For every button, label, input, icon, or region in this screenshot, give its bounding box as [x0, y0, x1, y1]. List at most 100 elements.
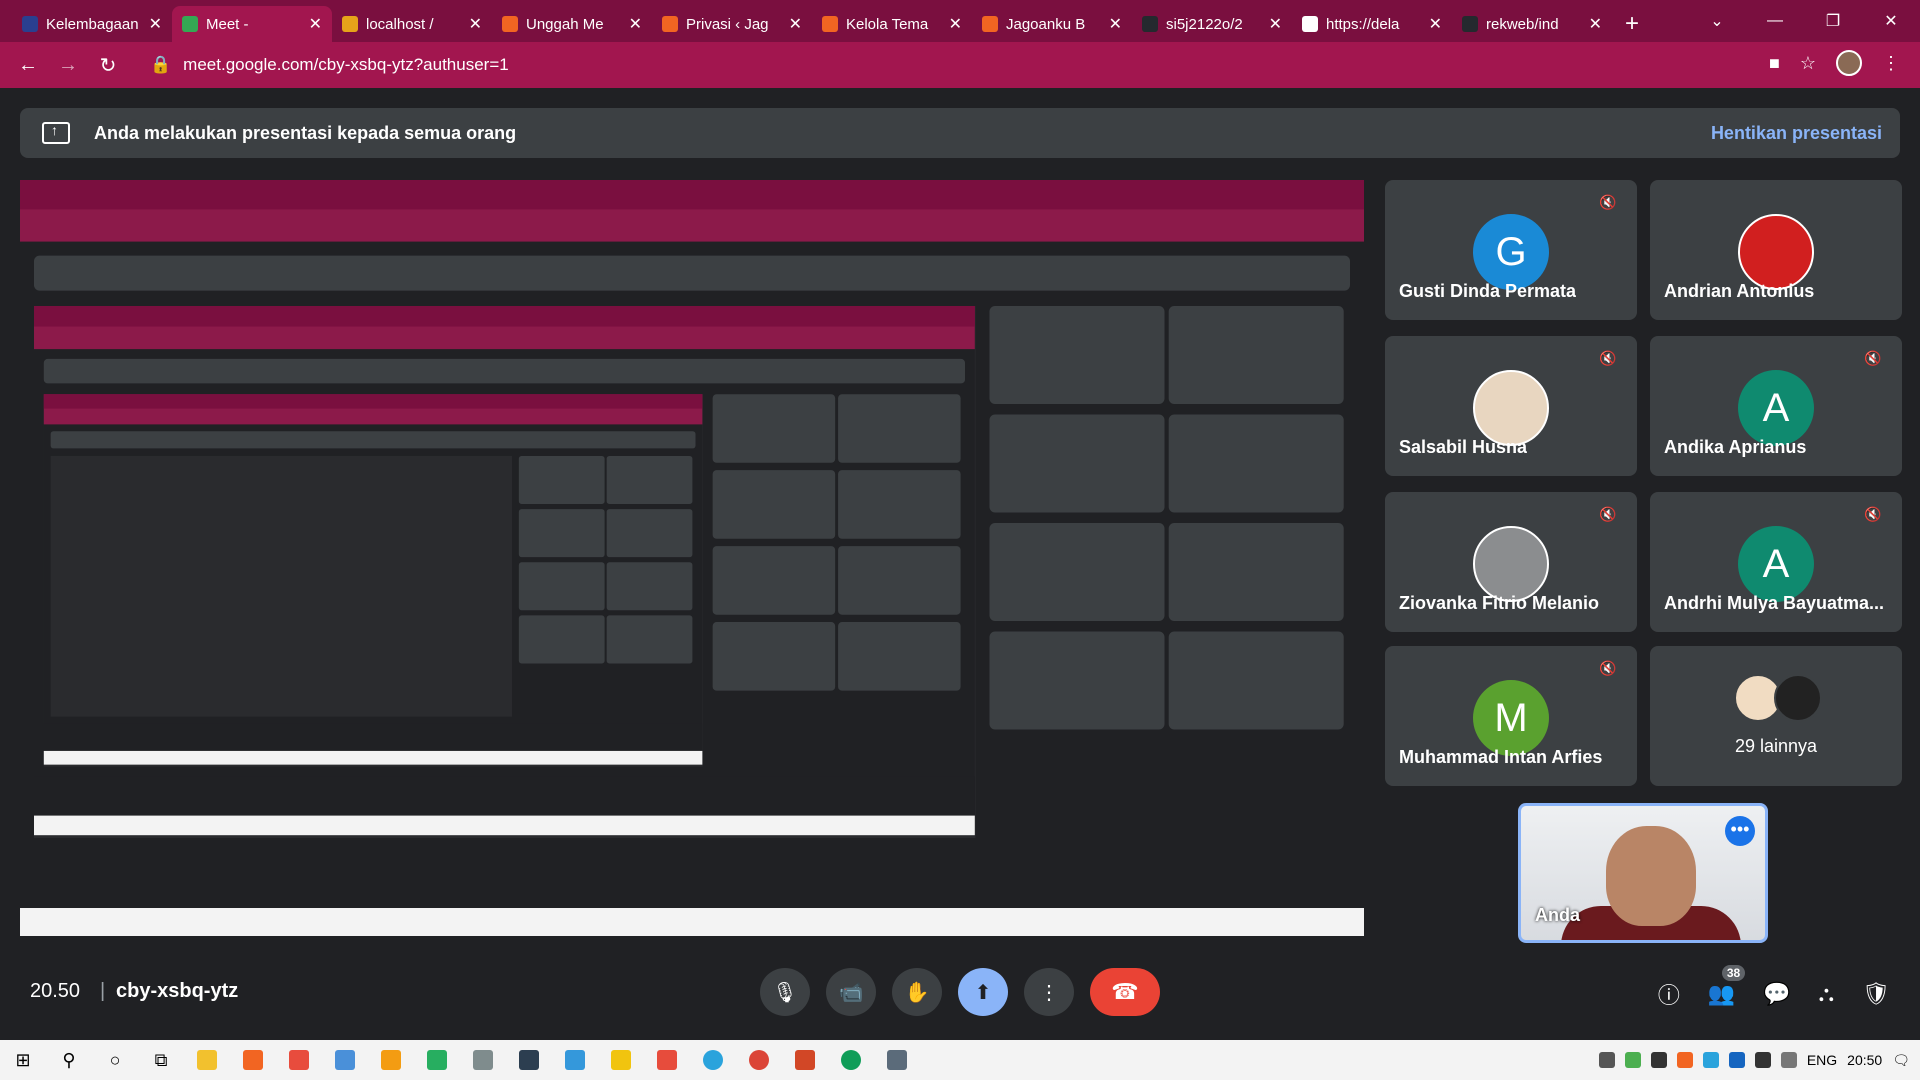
participant-tile[interactable]: A 🔇 Andrhi Mulya Bayuatma...: [1650, 492, 1902, 632]
browser-tab[interactable]: Jagoanku B ✕: [972, 6, 1132, 42]
browser-tab[interactable]: Kelola Tema ✕: [812, 6, 972, 42]
app-icon-9[interactable]: [598, 1040, 644, 1080]
participant-avatar: A: [1738, 370, 1814, 446]
browser-tab[interactable]: si5j2122o/2 ✕: [1132, 6, 1292, 42]
microphone-button[interactable]: 🎙: [760, 968, 810, 1016]
browser-tab[interactable]: rekweb/ind ✕: [1452, 6, 1612, 42]
task-view-icon[interactable]: ⧉: [138, 1040, 184, 1080]
participant-tile[interactable]: Andrian Antonius: [1650, 180, 1902, 320]
main-controls: 🎙 📹 ✋ ⬆ ⋮ ☎: [760, 968, 1160, 1016]
mic-off-icon: 🔇: [1599, 350, 1617, 366]
app-icon-6[interactable]: [460, 1040, 506, 1080]
camera-icon: 📹: [838, 981, 864, 1004]
telegram-icon[interactable]: [690, 1040, 736, 1080]
mic-off-icon: 🔇: [1599, 660, 1617, 676]
more-options-button[interactable]: ⋮: [1024, 968, 1074, 1016]
language-indicator[interactable]: ENG: [1807, 1052, 1837, 1068]
tray-clock[interactable]: 20:50: [1847, 1052, 1882, 1068]
participant-tile[interactable]: A 🔇 Andika Aprianus: [1650, 336, 1902, 476]
tab-close-icon[interactable]: ✕: [309, 14, 322, 34]
file-explorer-icon[interactable]: [184, 1040, 230, 1080]
minimize-button[interactable]: —: [1746, 0, 1804, 42]
tab-close-icon[interactable]: ✕: [1429, 14, 1442, 34]
notifications-icon[interactable]: 🗨: [1892, 1052, 1910, 1069]
app-icon-2[interactable]: [276, 1040, 322, 1080]
start-icon[interactable]: ⊞: [0, 1040, 46, 1080]
participant-name: Andika Aprianus: [1664, 437, 1807, 457]
tab-title: localhost /: [366, 15, 434, 33]
others-tile[interactable]: 29 lainnya: [1650, 646, 1902, 786]
self-view-tile[interactable]: ••• Anda: [1518, 803, 1768, 943]
window-controls: ⌄ — ❐ ✕: [1688, 0, 1920, 42]
reload-button[interactable]: ↻: [88, 53, 128, 78]
app-icon-10[interactable]: [644, 1040, 690, 1080]
participant-avatar: G: [1473, 214, 1549, 290]
activities-icon[interactable]: ⛬: [1819, 981, 1834, 1007]
app-icon-4[interactable]: [368, 1040, 414, 1080]
side-controls: ⓘ 👥 38 💬 ⛬ 🛡: [1658, 965, 1890, 1010]
present-icon: ⬆: [974, 981, 992, 1004]
forward-button[interactable]: →: [48, 54, 88, 77]
tab-favicon-icon: [342, 16, 358, 32]
search-icon[interactable]: ⚲: [46, 1040, 92, 1080]
participant-tile[interactable]: 🔇 Ziovanka Fitrio Melanio: [1385, 492, 1637, 632]
browser-menu-icon[interactable]: ⋮: [1882, 53, 1900, 74]
app-icon-3[interactable]: [322, 1040, 368, 1080]
powerpoint-icon[interactable]: [782, 1040, 828, 1080]
raise-hand-button[interactable]: ✋: [892, 968, 942, 1016]
new-tab-button[interactable]: +: [1612, 6, 1652, 42]
more-options-icon[interactable]: •••: [1725, 816, 1755, 846]
leave-call-button[interactable]: ☎: [1090, 968, 1160, 1016]
participant-tile[interactable]: M 🔇 Muhammad Intan Arfies: [1385, 646, 1637, 786]
tab-close-icon[interactable]: ✕: [149, 14, 162, 34]
tab-close-icon[interactable]: ✕: [1589, 14, 1602, 34]
app-icon-8[interactable]: [552, 1040, 598, 1080]
browser-tab[interactable]: Privasi ‹ Jag ✕: [652, 6, 812, 42]
app-icon-5[interactable]: [414, 1040, 460, 1080]
app-icon-7[interactable]: [506, 1040, 552, 1080]
camera-icon[interactable]: ■: [1769, 53, 1780, 74]
browser-tab[interactable]: Kelembagaan ✕: [12, 6, 172, 42]
browser-tab[interactable]: localhost / ✕: [332, 6, 492, 42]
meeting-info-icon[interactable]: ⓘ: [1658, 978, 1680, 1010]
close-window-button[interactable]: ✕: [1862, 0, 1920, 42]
tab-close-icon[interactable]: ✕: [1269, 14, 1282, 34]
profile-avatar[interactable]: [1836, 50, 1862, 76]
stop-presenting-button[interactable]: Hentikan presentasi: [1711, 123, 1882, 144]
app-icon-11[interactable]: [874, 1040, 920, 1080]
tab-list: Kelembagaan ✕ Meet - ✕ localhost / ✕ Unggah M…: [0, 6, 1612, 42]
tab-title: si5j2122o/2: [1166, 15, 1243, 33]
browser-tab[interactable]: Unggah Me ✕: [492, 6, 652, 42]
browser-tab[interactable]: https://dela ✕: [1292, 6, 1452, 42]
tab-close-icon[interactable]: ✕: [469, 14, 482, 34]
people-icon[interactable]: 👥 38: [1708, 965, 1746, 1007]
present-button[interactable]: ⬆: [958, 968, 1008, 1016]
back-button[interactable]: ←: [8, 54, 48, 77]
chat-icon[interactable]: 💬: [1763, 981, 1790, 1007]
tab-close-icon[interactable]: ✕: [629, 14, 642, 34]
chrome-icon-2[interactable]: [828, 1040, 874, 1080]
chrome-icon[interactable]: [736, 1040, 782, 1080]
tab-search-icon[interactable]: ⌄: [1688, 0, 1746, 42]
host-controls-icon[interactable]: 🛡: [1862, 981, 1890, 1007]
app-icon-1[interactable]: [230, 1040, 276, 1080]
tab-favicon-icon: [662, 16, 678, 32]
participant-name: Andrian Antonius: [1664, 281, 1815, 301]
shared-screen: [20, 180, 1365, 940]
url-bar[interactable]: 🔒 meet.google.com/cby-xsbq-ytz?authuser=…: [140, 48, 1840, 82]
tab-title: Kelembagaan: [46, 15, 139, 33]
tab-close-icon[interactable]: ✕: [789, 14, 802, 34]
tab-favicon-icon: [1142, 16, 1158, 32]
cortana-icon[interactable]: ○: [92, 1040, 138, 1080]
tab-title: https://dela: [1326, 15, 1400, 33]
tab-favicon-icon: [502, 16, 518, 32]
tab-close-icon[interactable]: ✕: [1109, 14, 1122, 34]
browser-tab[interactable]: Meet - ✕: [172, 6, 332, 42]
participant-tile[interactable]: 🔇 Salsabil Husna: [1385, 336, 1637, 476]
camera-button[interactable]: 📹: [826, 968, 876, 1016]
tab-favicon-icon: [1462, 16, 1478, 32]
bookmark-star-icon[interactable]: ☆: [1800, 53, 1816, 74]
maximize-button[interactable]: ❐: [1804, 0, 1862, 42]
participant-tile[interactable]: G 🔇 Gusti Dinda Permata: [1385, 180, 1637, 320]
tab-close-icon[interactable]: ✕: [949, 14, 962, 34]
